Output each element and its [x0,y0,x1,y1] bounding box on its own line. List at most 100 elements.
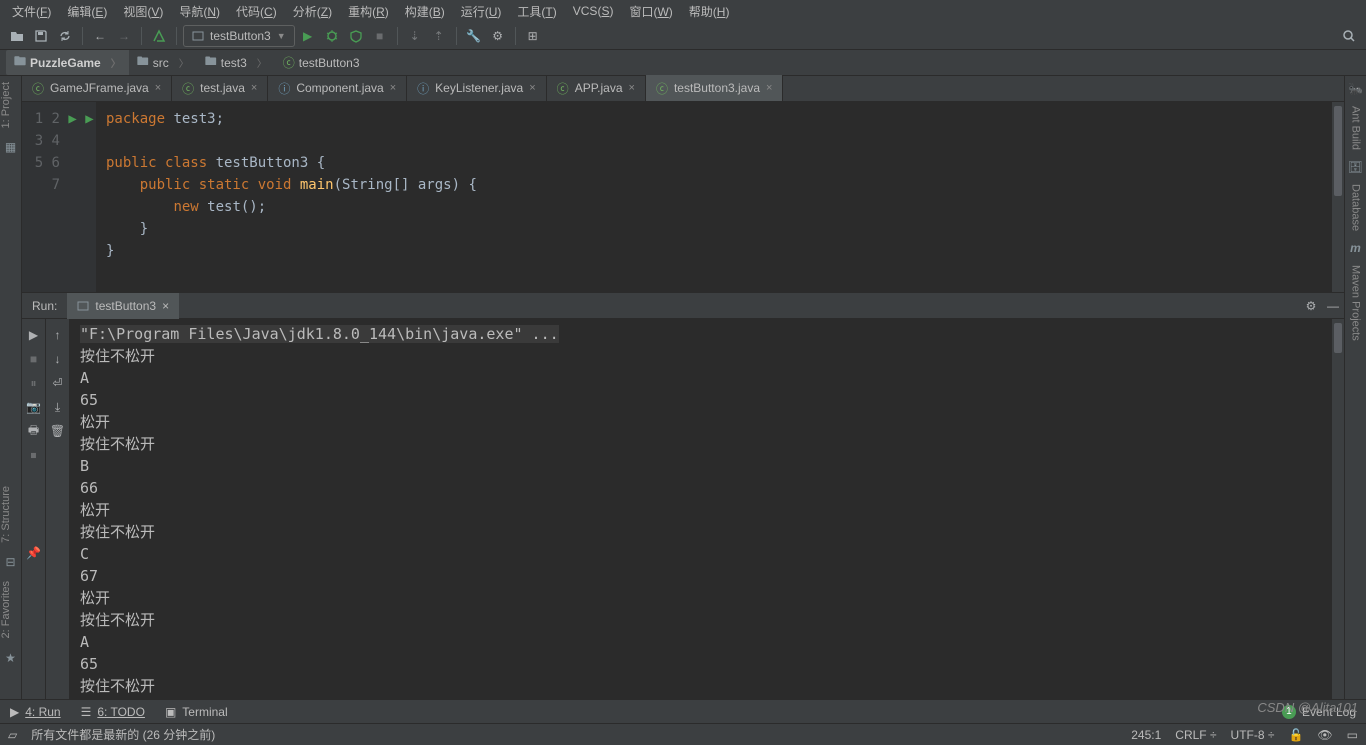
run-actions-2: ↑ ↓ ⏎ ⤓ 🗑 [46,319,70,699]
stop-run-icon[interactable]: ■ [24,349,44,369]
menu-item[interactable]: 文件(F) [6,1,57,22]
menu-item[interactable]: 帮助(H) [683,1,736,22]
run-config-label: testButton3 [210,29,271,43]
code-editor[interactable]: 1 2 3 4 5 6 7 ▶ ▶ package test3; public … [22,102,1344,292]
line-sep[interactable]: CRLF ÷ [1175,728,1216,742]
print-icon[interactable]: 🖶 [24,421,44,441]
favorites-tool[interactable]: 2: Favorites [0,575,12,644]
settings-icon[interactable]: ⚙ [487,25,509,47]
project-tool[interactable]: 1: Project [0,76,12,134]
pause-icon[interactable]: ⏸ [24,373,44,393]
coverage-icon[interactable] [345,25,367,47]
run-settings-icon[interactable]: ⚙ [1300,295,1322,317]
menu-item[interactable]: 工具(T) [511,1,562,22]
rerun-icon[interactable]: ▶ [24,325,44,345]
forward-icon[interactable]: → [113,25,135,47]
menu-item[interactable]: 窗口(W) [623,1,678,22]
menu-item[interactable]: 视图(V) [117,1,169,22]
console-output[interactable]: "F:\Program Files\Java\jdk1.8.0_144\bin\… [70,319,1332,699]
console-scrollbar[interactable] [1332,319,1344,699]
up-icon[interactable]: ↑ [48,325,68,345]
debug-icon[interactable] [321,25,343,47]
run-label: Run: [22,299,67,313]
menu-item[interactable]: 导航(N) [173,1,226,22]
vcs-update-icon[interactable]: ⇣ [404,25,426,47]
editor-tab[interactable]: ⓒAPP.java× [547,75,646,101]
save-icon[interactable] [30,25,52,47]
close-icon[interactable]: × [629,82,635,94]
minimize-icon[interactable]: — [1322,295,1344,317]
editor-tab[interactable]: ⓘComponent.java× [268,75,407,101]
status-message: 所有文件都是最新的 (26 分钟之前) [31,726,215,743]
stop-icon[interactable]: ■ [369,25,391,47]
ant-build-tool[interactable]: Ant Build [1350,102,1362,154]
editor-tab[interactable]: ⓒtestButton3.java× [646,75,784,101]
breadcrumb-item[interactable]: 🖿PuzzleGame [6,50,129,75]
gutter-icons: ▶ ▶ [66,102,96,292]
find-icon[interactable]: 🔧 [463,25,485,47]
run-tab-label: testButton3 [95,299,156,313]
breadcrumb-item[interactable]: ⓒtestButton3 [275,52,378,73]
encoding[interactable]: UTF-8 ÷ [1231,728,1275,742]
scroll-end-icon[interactable]: ⤓ [48,397,68,417]
editor-tab[interactable]: ⓒGameJFrame.java× [22,75,172,101]
editor-tab[interactable]: ⓒtest.java× [172,75,268,101]
bottom-terminal[interactable]: ▣Terminal [155,705,238,719]
readonly-icon[interactable]: 🔓 [1288,728,1303,742]
bottom-run[interactable]: ▶4: Run [0,705,71,719]
close-icon[interactable]: × [251,82,257,94]
soft-wrap-icon[interactable]: ⏎ [48,373,68,393]
open-icon[interactable] [6,25,28,47]
run-tool-window: Run: testButton3 × ⚙ — ▶ ■ ⏸ 📷 🖶 ⏹ [22,292,1344,699]
menu-bar: 文件(F)编辑(E)视图(V)导航(N)代码(C)分析(Z)重构(R)构建(B)… [0,0,1366,22]
editor-scrollbar[interactable] [1332,102,1344,292]
down-icon[interactable]: ↓ [48,349,68,369]
code-area[interactable]: package test3; public class testButton3 … [96,102,1332,292]
exit-icon[interactable]: ⏹ [24,445,44,465]
close-icon[interactable]: × [766,82,772,94]
pin-icon[interactable]: 📌 [24,543,44,563]
favorites-icon[interactable]: ★ [0,645,21,671]
run-icon[interactable]: ▶ [297,25,319,47]
menu-item[interactable]: 代码(C) [230,1,283,22]
database-tool[interactable]: Database [1350,180,1362,235]
structure-icon[interactable]: ⊞ [522,25,544,47]
close-icon[interactable]: × [390,82,396,94]
breadcrumb: 🖿PuzzleGame🖿src🖿test3ⓒtestButton3 [0,50,1366,76]
menu-item[interactable]: VCS(S) [567,2,620,20]
editor-tabs: ⓒGameJFrame.java×ⓒtest.java×ⓘComponent.j… [22,76,1344,102]
close-icon[interactable]: × [162,299,169,313]
run-actions-1: ▶ ■ ⏸ 📷 🖶 ⏹ 📌 [22,319,46,699]
project-icon[interactable]: ▦ [0,134,21,160]
menu-item[interactable]: 构建(B) [399,1,451,22]
build-icon[interactable] [148,25,170,47]
caret-position[interactable]: 245:1 [1131,728,1161,742]
run-config-selector[interactable]: testButton3 ▼ [183,25,295,47]
event-log[interactable]: 1Event Log [1272,705,1366,719]
search-everywhere-icon[interactable] [1338,25,1360,47]
menu-item[interactable]: 重构(R) [342,1,395,22]
vcs-commit-icon[interactable]: ⇡ [428,25,450,47]
maven-tool[interactable]: Maven Projects [1350,261,1362,345]
menu-item[interactable]: 分析(Z) [287,1,338,22]
close-icon[interactable]: × [155,82,161,94]
sync-icon[interactable] [54,25,76,47]
breadcrumb-item[interactable]: 🖿src [129,50,197,75]
clear-icon[interactable]: 🗑 [48,421,68,441]
inspector-icon[interactable]: 👁 [1317,728,1332,742]
left-tool-strip: 1: Project ▦ 7: Structure ⊟ 2: Favorites… [0,76,22,699]
menu-item[interactable]: 运行(U) [455,1,508,22]
camera-icon[interactable]: 📷 [24,397,44,417]
memory-icon[interactable]: ▭ [1347,728,1358,742]
main-toolbar: ← → testButton3 ▼ ▶ ■ ⇣ ⇡ 🔧 ⚙ ⊞ [0,22,1366,50]
back-icon[interactable]: ← [89,25,111,47]
breadcrumb-item[interactable]: 🖿test3 [197,50,275,75]
structure-tool[interactable]: 7: Structure [0,480,12,549]
close-icon[interactable]: × [529,82,535,94]
menu-item[interactable]: 编辑(E) [61,1,113,22]
bottom-todo[interactable]: ☰6: TODO [71,705,155,719]
run-tab[interactable]: testButton3 × [67,293,179,319]
editor-tab[interactable]: ⓘKeyListener.java× [407,75,547,101]
line-numbers: 1 2 3 4 5 6 7 [22,102,66,292]
structure-tool-icon[interactable]: ⊟ [0,549,21,575]
